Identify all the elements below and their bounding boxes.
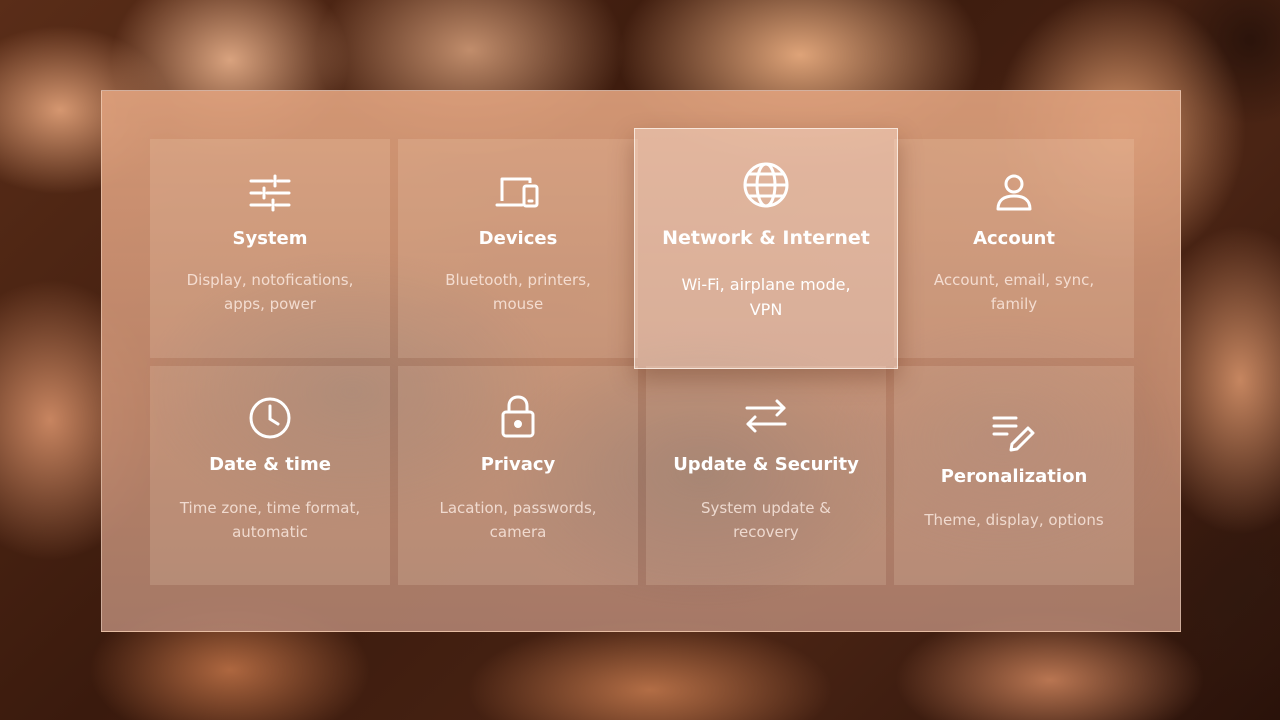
tile-devices[interactable]: Devices Bluetooth, printers, mouse <box>398 139 638 358</box>
tile-title: Date & time <box>209 454 331 475</box>
tile-system[interactable]: System Display, notofications, apps, pow… <box>150 139 390 358</box>
lock-icon <box>494 392 542 440</box>
person-icon <box>990 169 1038 217</box>
settings-panel: System Display, notofications, apps, pow… <box>101 90 1181 632</box>
tile-title: Network & Internet <box>662 227 870 249</box>
clock-icon <box>246 394 294 442</box>
tile-network-internet[interactable]: Network & Internet Wi-Fi, airplane mode,… <box>634 128 898 369</box>
tile-title: System <box>232 228 308 249</box>
tile-description: System update & recovery <box>700 499 832 541</box>
tile-description: Time zone, time format, automatic <box>179 499 361 541</box>
devices-icon <box>494 169 542 217</box>
tile-personalization[interactable]: Peronalization Theme, display, options <box>894 366 1134 585</box>
tile-description: Theme, display, options <box>924 511 1104 529</box>
tile-date-time[interactable]: Date & time Time zone, time format, auto… <box>150 366 390 585</box>
tile-title: Update & Security <box>673 454 859 475</box>
sliders-icon <box>246 169 294 217</box>
tile-title: Account <box>973 228 1055 249</box>
tile-description: Account, email, sync, family <box>933 271 1095 313</box>
tile-description: Wi-Fi, airplane mode, VPN <box>681 275 851 319</box>
tile-title: Privacy <box>480 454 556 475</box>
tile-description: Lacation, passwords, camera <box>439 499 597 541</box>
tile-update-security[interactable]: Update & Security System update & recove… <box>646 366 886 585</box>
tile-title: Devices <box>478 228 558 249</box>
tile-account[interactable]: Account Account, email, sync, family <box>894 139 1134 358</box>
tile-description: Bluetooth, printers, mouse <box>445 271 591 313</box>
edit-list-icon <box>990 408 1038 456</box>
swap-arrows-icon <box>742 392 790 440</box>
globe-icon <box>742 161 790 209</box>
tile-title: Peronalization <box>940 466 1088 487</box>
tile-privacy[interactable]: Privacy Lacation, passwords, camera <box>398 366 638 585</box>
tile-description: Display, notofications, apps, power <box>186 271 354 313</box>
